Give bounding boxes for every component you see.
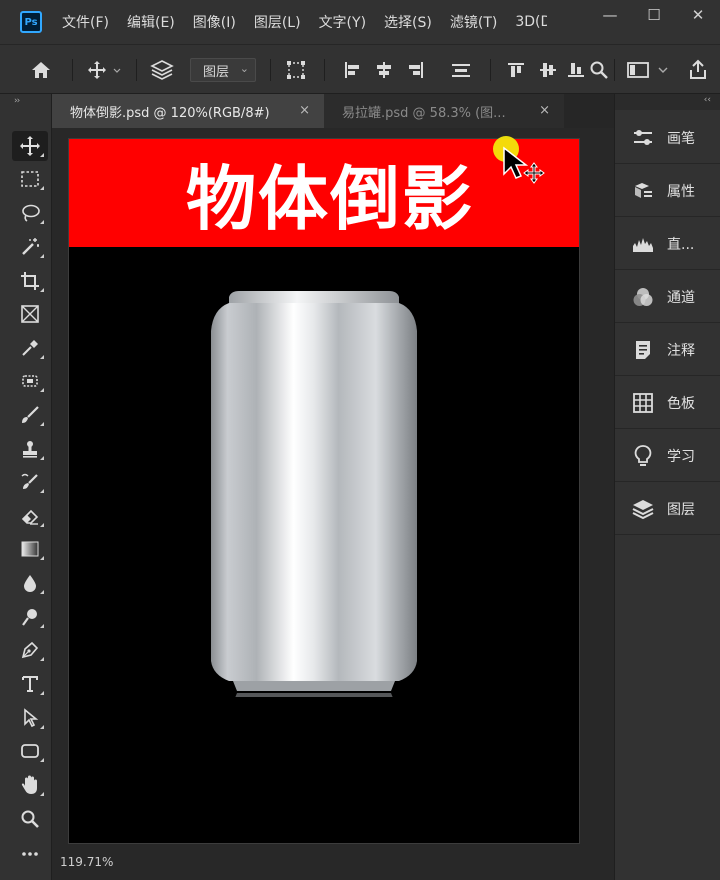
auto-select-layers-icon[interactable]	[148, 57, 176, 83]
hand-tool-icon[interactable]	[12, 770, 48, 800]
layer-select-value: 图层	[203, 64, 230, 80]
menu-file[interactable]: 文件(F)	[62, 12, 109, 32]
brush-settings-icon	[631, 126, 655, 150]
eraser-tool-icon[interactable]	[12, 501, 48, 531]
crop-tool-icon[interactable]	[12, 266, 48, 296]
distribute-icon[interactable]	[448, 57, 474, 83]
swatches-icon	[631, 391, 655, 415]
workspace-switcher-icon[interactable]	[624, 57, 678, 83]
notes-icon	[631, 338, 655, 362]
panel-histogram[interactable]: 直...	[615, 218, 720, 270]
channels-icon	[631, 285, 655, 309]
menu-filter[interactable]: 滤镜(T)	[450, 12, 497, 32]
can-artwork	[69, 247, 579, 843]
more-tools-icon[interactable]	[12, 839, 48, 869]
status-bar: 119.71%	[52, 852, 614, 880]
panel-label: 注释	[667, 342, 695, 359]
panel-brush-settings[interactable]: 画笔	[615, 112, 720, 164]
panel-layers[interactable]: 图层	[615, 483, 720, 535]
minimize-button[interactable]: —	[588, 0, 632, 30]
path-selection-tool-icon[interactable]	[12, 703, 48, 733]
clone-stamp-tool-icon[interactable]	[12, 434, 48, 464]
align-top-icon[interactable]	[504, 57, 528, 83]
close-tab-icon[interactable]: ×	[539, 103, 550, 118]
menu-image[interactable]: 图像(I)	[193, 12, 236, 32]
panel-label: 通道	[667, 289, 695, 306]
menu-type[interactable]: 文字(Y)	[319, 12, 366, 32]
zoom-level[interactable]: 119.71%	[60, 855, 113, 869]
histogram-icon	[631, 232, 655, 256]
panel-dock-header: ‹‹	[615, 94, 720, 110]
document-tabs: 物体倒影.psd @ 120%(RGB/8#) × 易拉罐.psd @ 58.3…	[52, 94, 614, 128]
menu-3d[interactable]: 3D(D)	[515, 14, 547, 30]
document-canvas[interactable]: 物体倒影	[68, 138, 580, 844]
panel-label: 属性	[667, 183, 695, 200]
align-center-icon[interactable]	[372, 57, 396, 83]
move-tool-preset-icon[interactable]	[84, 57, 124, 83]
panel-learn[interactable]: 学习	[615, 430, 720, 482]
magic-wand-tool-icon[interactable]	[12, 232, 48, 262]
maximize-button[interactable]: ☐	[632, 0, 676, 30]
rectangular-marquee-tool-icon[interactable]	[12, 164, 48, 194]
brush-tool-icon[interactable]	[12, 400, 48, 430]
banner-title: 物体倒影	[186, 157, 474, 240]
dodge-tool-icon[interactable]	[12, 602, 48, 632]
spot-healing-brush-tool-icon[interactable]	[12, 366, 48, 396]
panel-properties[interactable]: 属性	[615, 165, 720, 217]
panel-label: 直...	[667, 236, 695, 253]
search-icon[interactable]	[588, 57, 610, 83]
rectangle-tool-icon[interactable]	[12, 736, 48, 766]
share-icon[interactable]	[686, 57, 710, 83]
auto-select-target-select[interactable]: 图层 ⌄	[190, 58, 256, 82]
panel-channels[interactable]: 通道	[615, 271, 720, 323]
move-tool-icon[interactable]	[12, 131, 48, 161]
options-bar: 图层 ⌄	[0, 44, 720, 94]
zoom-tool-icon[interactable]	[12, 804, 48, 834]
properties-icon	[631, 179, 655, 203]
collapse-panels-icon[interactable]: ‹‹	[704, 95, 711, 105]
eyedropper-tool-icon[interactable]	[12, 333, 48, 363]
menu-select[interactable]: 选择(S)	[384, 12, 432, 32]
tab-document-active[interactable]: 物体倒影.psd @ 120%(RGB/8#) ×	[52, 94, 324, 128]
collapse-toolbar-icon[interactable]: ››	[14, 96, 20, 106]
panel-swatches[interactable]: 色板	[615, 377, 720, 429]
window-controls: — ☐ ✕	[588, 0, 720, 30]
tab-document-inactive[interactable]: 易拉罐.psd @ 58.3% (图... ×	[324, 94, 564, 128]
panel-dock: ‹‹ 画笔 属性 直... 通道 注释 色板 学习 图层	[614, 94, 720, 880]
learn-icon	[631, 444, 655, 468]
close-button[interactable]: ✕	[676, 0, 720, 30]
photoshop-logo-icon[interactable]: Ps	[20, 11, 42, 33]
history-brush-tool-icon[interactable]	[12, 467, 48, 497]
blur-tool-icon[interactable]	[12, 568, 48, 598]
panel-notes[interactable]: 注释	[615, 324, 720, 376]
panel-label: 色板	[667, 395, 695, 412]
move-cursor-icon	[502, 146, 550, 194]
transform-controls-icon[interactable]	[282, 57, 310, 83]
pen-tool-icon[interactable]	[12, 635, 48, 665]
close-tab-icon[interactable]: ×	[299, 103, 310, 118]
home-icon[interactable]	[28, 57, 54, 83]
can-illustration	[211, 291, 417, 843]
panel-label: 学习	[667, 448, 695, 465]
frame-tool-icon[interactable]	[12, 299, 48, 329]
align-vertical-center-icon[interactable]	[536, 57, 560, 83]
align-left-icon[interactable]	[340, 57, 364, 83]
type-tool-icon[interactable]	[12, 669, 48, 699]
photoshop-window: Ps 文件(F) 编辑(E) 图像(I) 图层(L) 文字(Y) 选择(S) 滤…	[0, 0, 720, 880]
panel-label: 画笔	[667, 130, 695, 147]
chevron-down-icon: ⌄	[239, 62, 249, 75]
tools-panel: ››	[0, 94, 52, 880]
menu-layer[interactable]: 图层(L)	[254, 12, 301, 32]
align-bottom-icon[interactable]	[566, 57, 586, 83]
tab-label: 易拉罐.psd @ 58.3% (图...	[342, 105, 506, 121]
layers-icon	[631, 497, 655, 521]
panel-label: 图层	[667, 501, 695, 518]
canvas-workspace[interactable]: 物体倒影	[52, 128, 614, 852]
lasso-tool-icon[interactable]	[12, 198, 48, 228]
align-right-icon[interactable]	[404, 57, 428, 83]
gradient-tool-icon[interactable]	[12, 534, 48, 564]
menu-edit[interactable]: 编辑(E)	[127, 12, 175, 32]
menu-bar: Ps 文件(F) 编辑(E) 图像(I) 图层(L) 文字(Y) 选择(S) 滤…	[0, 0, 720, 44]
tab-label: 物体倒影.psd @ 120%(RGB/8#)	[70, 105, 270, 121]
